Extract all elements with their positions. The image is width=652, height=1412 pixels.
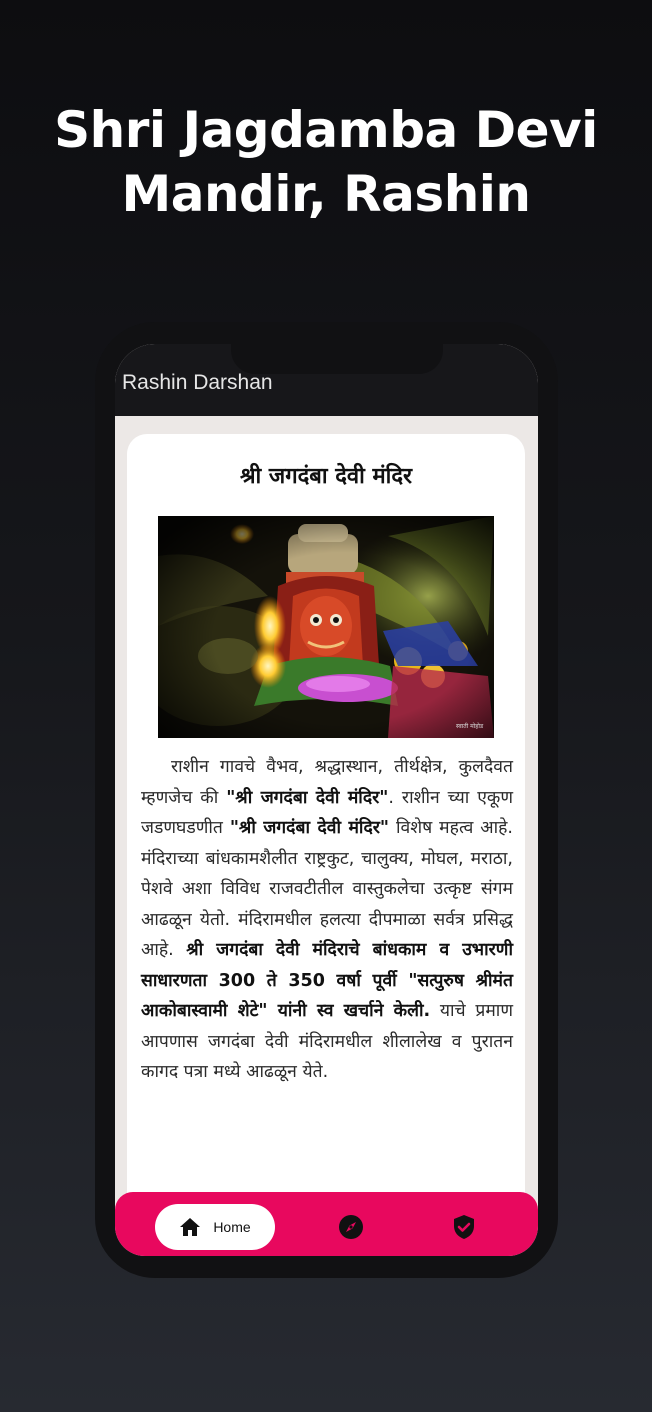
app-title: Rashin Darshan	[122, 371, 273, 394]
bottom-navigation: Home	[115, 1192, 538, 1256]
verified-shield-icon[interactable]	[451, 1214, 477, 1240]
nav-home-button[interactable]: Home	[155, 1204, 275, 1250]
home-icon	[180, 1218, 201, 1236]
body-temple-name-2: "श्री जगदंबा देवी मंदिर"	[229, 818, 390, 838]
article-heading: श्री जगदंबा देवी मंदिर	[239, 464, 413, 489]
article-card[interactable]: श्री जगदंबा देवी मंदिर स्वाती मोहोड राशी…	[127, 434, 525, 1234]
nav-home-label: Home	[213, 1219, 251, 1235]
compass-icon[interactable]	[338, 1214, 364, 1240]
body-architecture: विशेष महत्व आहे. मंदिराच्या बांधकामशैलीत…	[141, 818, 513, 960]
article-body: राशीन गावचे वैभव, श्रद्धास्थान, तीर्थक्ष…	[141, 752, 513, 1088]
promo-title: Shri Jagdamba Devi Mandir, Rashin	[54, 101, 598, 223]
body-temple-name-1: "श्री जगदंबा देवी मंदिर"	[226, 787, 389, 808]
phone-frame: Rashin Darshan श्री जगदंबा देवी मंदिर स्…	[95, 322, 558, 1278]
app-screen: Rashin Darshan श्री जगदंबा देवी मंदिर स्…	[115, 344, 538, 1256]
temple-deity-photo: स्वाती मोहोड	[158, 516, 494, 738]
camera-notch	[231, 344, 443, 374]
photo-watermark: स्वाती मोहोड	[456, 722, 484, 730]
